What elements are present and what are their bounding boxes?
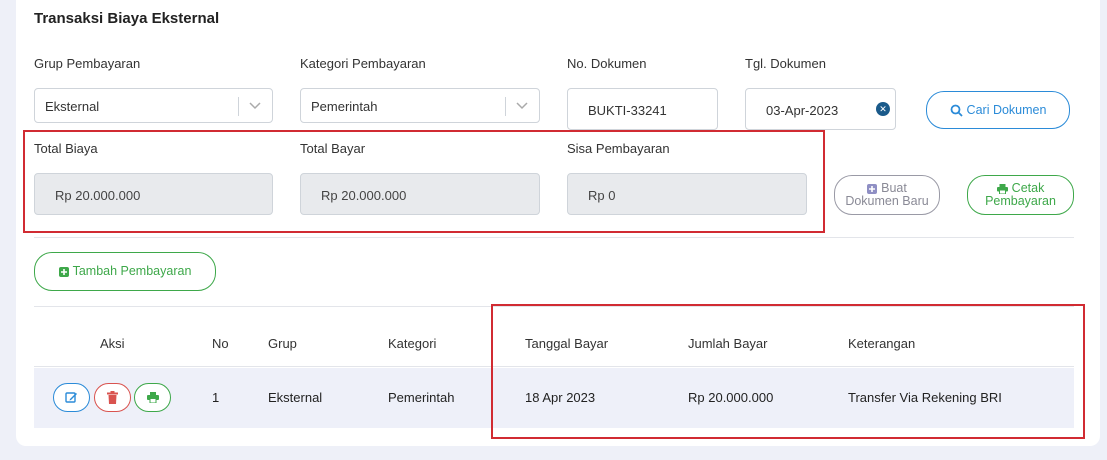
delete-button[interactable]: [94, 383, 131, 412]
plus-square-icon: [867, 184, 878, 194]
no-dokumen-input[interactable]: BUKTI-33241: [567, 88, 718, 130]
grup-select[interactable]: Eksternal: [34, 88, 273, 123]
select-separator: [238, 97, 239, 116]
table-header-aksi: Aksi: [100, 336, 125, 351]
cari-dokumen-label: Cari Dokumen: [966, 102, 1047, 117]
no-dokumen-label: No. Dokumen: [567, 56, 647, 71]
cetak-label-line2: Pembayaran: [985, 194, 1056, 208]
page-title: Transaksi Biaya Eksternal: [34, 10, 220, 27]
buat-label-line2: Dokumen Baru: [845, 194, 929, 208]
cetak-pembayaran-button[interactable]: Cetak Pembayaran: [967, 175, 1074, 215]
buat-label-line1: Buat: [881, 181, 907, 195]
kategori-label: Kategori Pembayaran: [300, 56, 426, 71]
tgl-dokumen-label: Tgl. Dokumen: [745, 56, 826, 71]
print-icon: [146, 392, 159, 403]
grup-label: Grup Pembayaran: [34, 56, 141, 71]
search-icon: [950, 104, 963, 117]
edit-button[interactable]: [53, 383, 90, 412]
tgl-dokumen-value: 03-Apr-2023: [766, 103, 839, 118]
buat-dokumen-baru-button[interactable]: Buat Dokumen Baru: [834, 175, 940, 215]
cetak-label-line1: Cetak: [1011, 181, 1045, 195]
grup-select-value: Eksternal: [45, 99, 100, 114]
divider: [34, 237, 1074, 238]
cari-dokumen-button[interactable]: Cari Dokumen: [926, 91, 1070, 129]
table-header-kategori: Kategori: [388, 336, 437, 351]
tambah-pembayaran-label: Tambah Pembayaran: [72, 264, 192, 278]
print-icon: [996, 184, 1008, 194]
plus-square-icon: [58, 266, 69, 277]
table-header-no: No: [212, 336, 229, 351]
edit-icon: [65, 392, 77, 403]
highlight-box-summary: [23, 130, 825, 233]
print-row-button[interactable]: [134, 383, 171, 412]
trash-icon: [107, 391, 118, 404]
cell-kategori: Pemerintah: [388, 390, 455, 405]
kategori-select[interactable]: Pemerintah: [300, 88, 540, 123]
cell-no: 1: [212, 390, 220, 405]
cell-grup: Eksternal: [268, 390, 323, 405]
tgl-dokumen-input[interactable]: 03-Apr-2023 ✕: [745, 88, 896, 130]
kategori-select-value: Pemerintah: [311, 99, 378, 114]
chevron-down-icon: [249, 102, 261, 110]
chevron-down-icon: [516, 102, 528, 110]
clear-date-icon[interactable]: ✕: [876, 102, 890, 116]
no-dokumen-value: BUKTI-33241: [588, 103, 667, 118]
tambah-pembayaran-button[interactable]: Tambah Pembayaran: [34, 252, 216, 291]
select-separator: [505, 97, 506, 116]
highlight-box-payment-details: [491, 304, 1085, 439]
table-header-grup: Grup: [268, 336, 297, 351]
